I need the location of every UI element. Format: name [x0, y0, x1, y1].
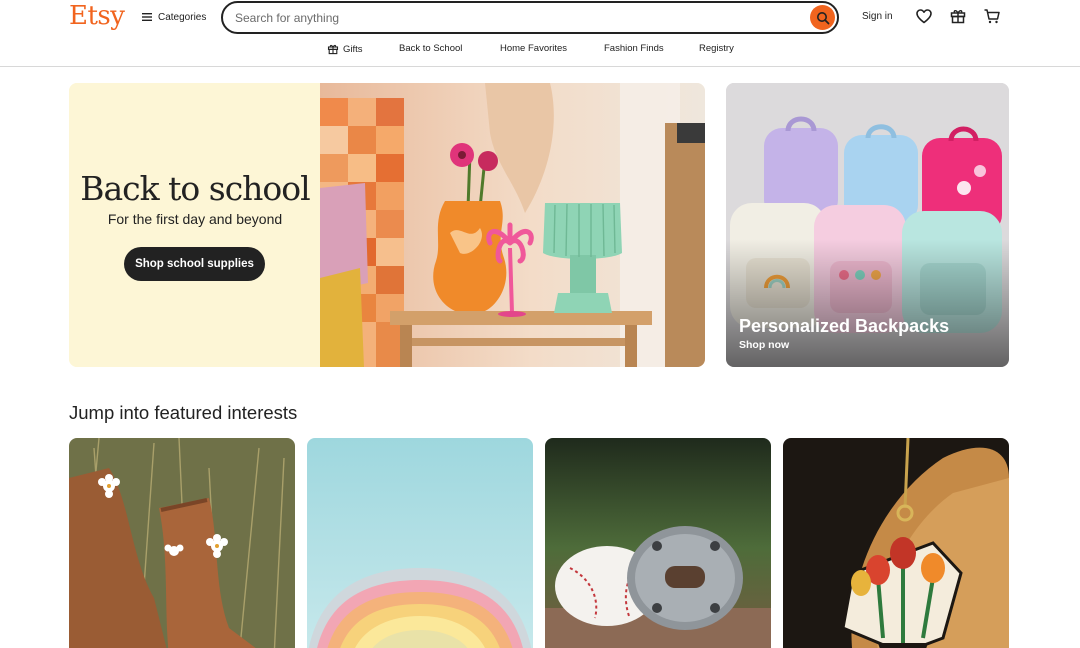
shop-now-link[interactable]: Shop now	[739, 339, 789, 351]
nav-item-registry[interactable]: Registry	[699, 43, 734, 54]
tulip-keychain-image	[783, 438, 1009, 648]
rainbow-stacker-image	[307, 438, 533, 648]
cart-button[interactable]	[983, 7, 1001, 25]
nav-item-back-to-school[interactable]: Back to School	[399, 43, 462, 54]
nav-item-fashion-finds[interactable]: Fashion Finds	[604, 43, 664, 54]
nav-label: Fashion Finds	[604, 43, 664, 54]
menu-icon	[142, 13, 152, 21]
nav-label: Registry	[699, 43, 734, 54]
categories-button[interactable]: Categories	[141, 9, 206, 25]
gift-icon	[950, 9, 966, 24]
featured-card-boots[interactable]	[69, 438, 295, 648]
bottle-opener-image	[545, 438, 771, 648]
nav-label: Home Favorites	[500, 43, 568, 54]
nav-label-gifts: Gifts	[343, 43, 363, 55]
promo-title: Personalized Backpacks	[739, 316, 950, 336]
hero-image	[320, 83, 705, 367]
featured-card-rainbow[interactable]	[307, 438, 533, 648]
sign-in-link[interactable]: Sign in	[862, 11, 893, 22]
heart-icon	[916, 9, 932, 24]
site-header: Etsy Categories Sign in Gifts Back to Sc…	[0, 0, 1080, 67]
personalized-backpacks-promo[interactable]: Personalized Backpacks Shop now	[726, 83, 1009, 367]
gift-icon	[327, 44, 339, 55]
cart-icon	[984, 9, 1000, 24]
etsy-logo[interactable]: Etsy	[69, 1, 125, 31]
nav-label: Back to School	[399, 43, 463, 54]
search-icon	[816, 11, 829, 24]
hero-subtitle: For the first day and beyond	[107, 211, 283, 227]
hero-text-panel: Back to school For the first day and bey…	[69, 83, 321, 367]
nav-item-gifts[interactable]: Gifts	[327, 43, 363, 55]
categories-label: Categories	[158, 11, 207, 23]
shop-school-supplies-button[interactable]: Shop school supplies	[124, 247, 265, 281]
nav-item-home-favorites[interactable]: Home Favorites	[500, 43, 567, 54]
featured-card-keychain[interactable]	[783, 438, 1009, 648]
search-button[interactable]	[810, 5, 835, 30]
hero-banner[interactable]: Back to school For the first day and bey…	[69, 83, 705, 367]
cowboy-boots-image	[69, 438, 295, 648]
category-nav: Gifts Back to School Home Favorites Fash…	[0, 43, 1080, 57]
featured-card-opener[interactable]	[545, 438, 771, 648]
hero-title: Back to school	[80, 169, 310, 208]
search-input[interactable]	[235, 9, 795, 27]
search-bar	[221, 1, 839, 34]
featured-interests-heading: Jump into featured interests	[69, 402, 298, 423]
favorites-button[interactable]	[915, 7, 933, 25]
gift-mode-button[interactable]	[949, 7, 967, 25]
